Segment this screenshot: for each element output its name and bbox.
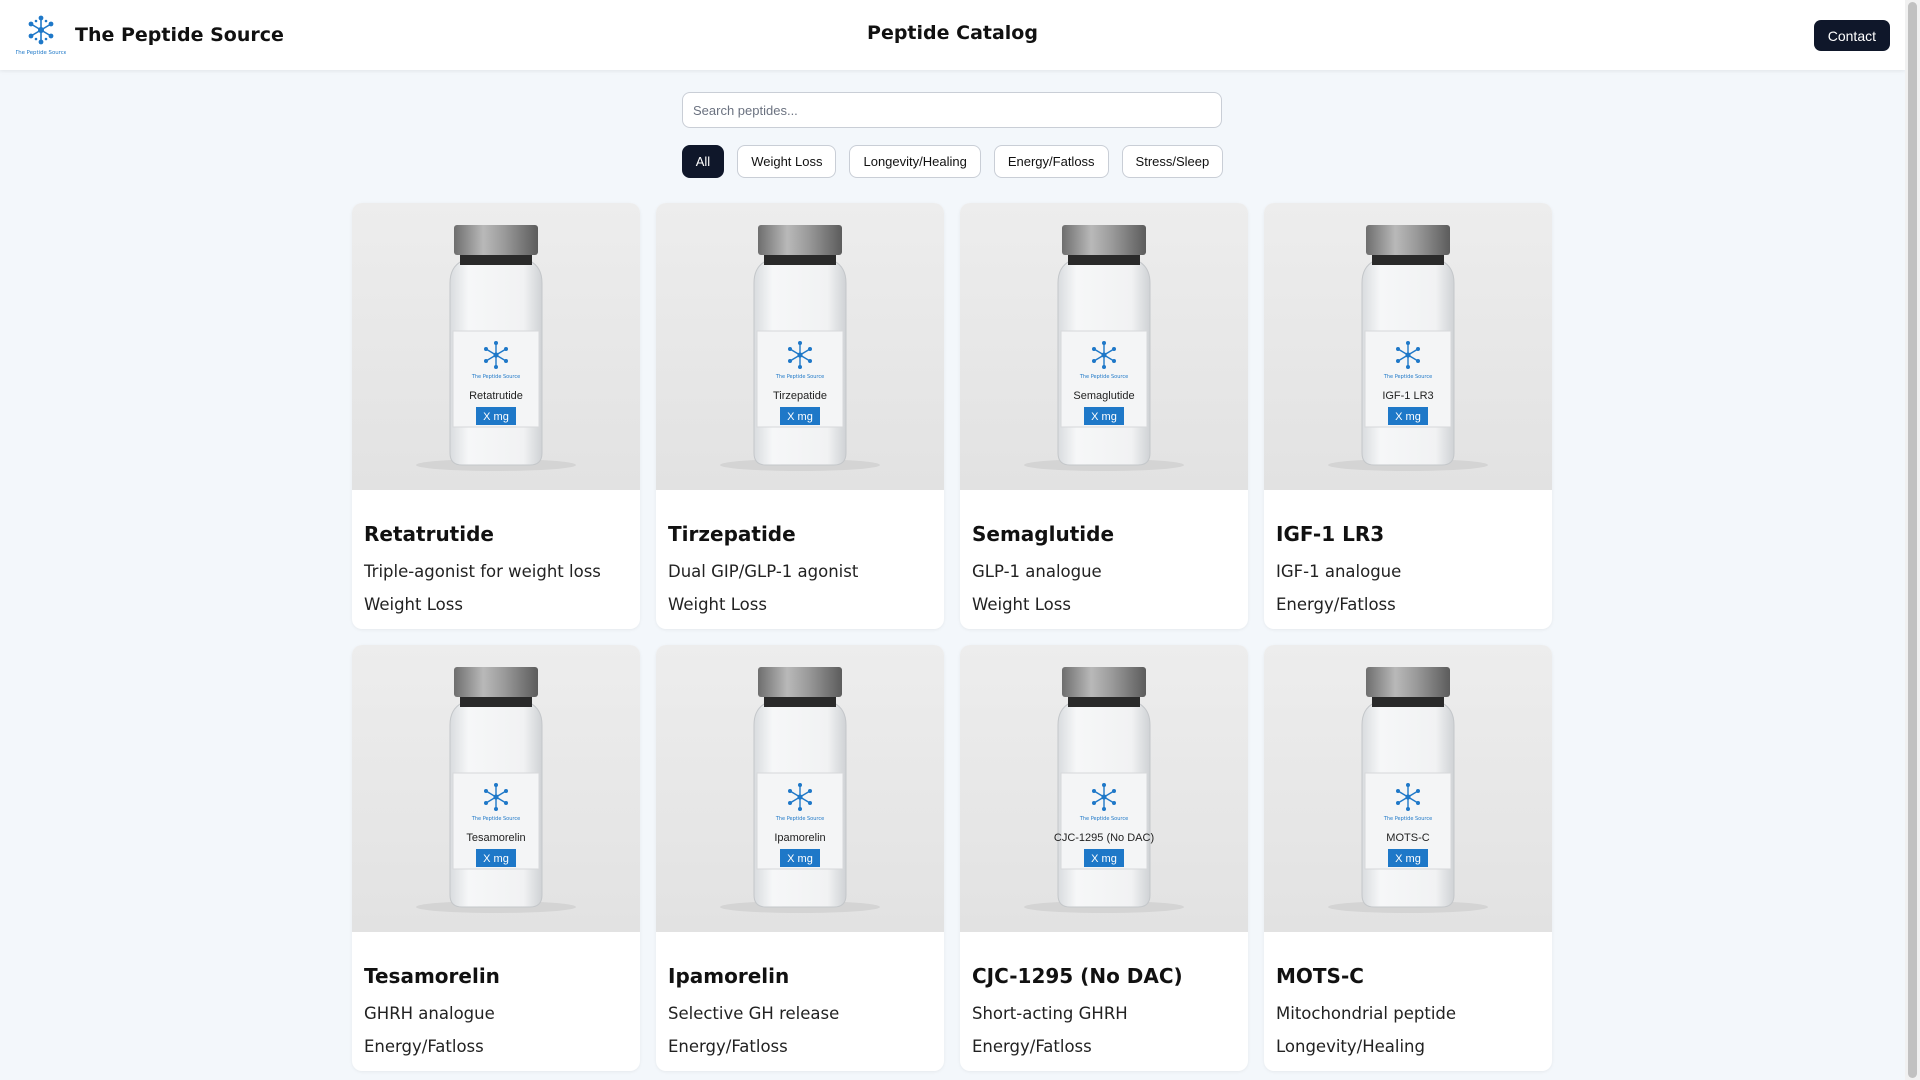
filter-energy-fatloss[interactable]: Energy/Fatloss (993, 145, 1109, 178)
vial-brand-caption: The Peptide Source (471, 374, 520, 380)
vial-brand-caption: The Peptide Source (1383, 816, 1432, 822)
product-card-body: CJC-1295 (No DAC) Short-acting GHRH Ener… (960, 932, 1248, 1056)
vial-brand-caption: The Peptide Source (1079, 374, 1128, 380)
product-name[interactable]: MOTS-C (1276, 964, 1540, 988)
product-name[interactable]: Semaglutide (972, 522, 1236, 546)
product-name[interactable]: Ipamorelin (668, 964, 932, 988)
product-description: Triple-agonist for weight loss (364, 562, 601, 581)
product-card-body: IGF-1 LR3 IGF-1 analogue Energy/Fatloss (1264, 490, 1552, 614)
scrollbar[interactable] (1905, 0, 1920, 1080)
product-name[interactable]: Tirzepatide (668, 522, 932, 546)
product-vial-image[interactable]: The Peptide Source Tirzepatide X mg (656, 203, 944, 490)
vial-brand-caption: The Peptide Source (775, 374, 824, 380)
vial-label: Tesamorelin (466, 832, 525, 844)
product-vial-image[interactable]: The Peptide Source Semaglutide X mg (960, 203, 1248, 490)
search-input[interactable] (682, 92, 1222, 128)
product-card-body: Tesamorelin GHRH analogue Energy/Fatloss (352, 932, 640, 1056)
product-description: Dual GIP/GLP-1 agonist (668, 562, 859, 581)
product-vial-image[interactable]: The Peptide Source Tesamorelin X mg (352, 645, 640, 932)
product-card[interactable]: The Peptide Source IGF-1 LR3 X mg IGF-1 … (1264, 203, 1552, 629)
vial-label: Retatrutide (469, 390, 523, 402)
product-card[interactable]: The Peptide Source Tirzepatide X mg Tirz… (656, 203, 944, 629)
vial-label: CJC-1295 (No DAC) (1054, 832, 1154, 844)
product-category: Energy/Fatloss (364, 1037, 484, 1056)
vial-label: IGF-1 LR3 (1382, 390, 1433, 402)
vial-dose-label: X mg (483, 853, 509, 865)
product-card[interactable]: The Peptide Source Tesamorelin X mg Tesa… (352, 645, 640, 1071)
vial-brand-caption: The Peptide Source (471, 816, 520, 822)
product-grid: The Peptide Source Retatrutide X mg Reta… (352, 203, 1554, 1071)
vial-dose-label: X mg (1395, 853, 1421, 865)
product-name[interactable]: Retatrutide (364, 522, 628, 546)
vial-brand-caption: The Peptide Source (775, 816, 824, 822)
product-category: Energy/Fatloss (972, 1037, 1092, 1056)
product-description: IGF-1 analogue (1276, 562, 1402, 581)
product-category: Weight Loss (364, 595, 463, 614)
product-card-body: Ipamorelin Selective GH release Energy/F… (656, 932, 944, 1056)
product-card[interactable]: The Peptide Source MOTS-C X mg MOTS-C Mi… (1264, 645, 1552, 1071)
contact-button[interactable]: Contact (1813, 20, 1890, 51)
vial-label: Tirzepatide (773, 390, 827, 402)
vial-dose-label: X mg (1091, 411, 1117, 423)
vial-brand-caption: The Peptide Source (1383, 374, 1432, 380)
product-card[interactable]: The Peptide Source CJC-1295 (No DAC) X m… (960, 645, 1248, 1071)
product-card-body: Tirzepatide Dual GIP/GLP-1 agonist Weigh… (656, 490, 944, 614)
product-card-body: MOTS-C Mitochondrial peptide Longevity/H… (1264, 932, 1552, 1056)
product-description: Selective GH release (668, 1004, 840, 1023)
product-card[interactable]: The Peptide Source Retatrutide X mg Reta… (352, 203, 640, 629)
vial-label: Ipamorelin (774, 832, 825, 844)
product-card-body: Semaglutide GLP-1 analogue Weight Loss (960, 490, 1248, 614)
product-description: Short-acting GHRH (972, 1004, 1128, 1023)
vial-label: Semaglutide (1073, 390, 1134, 402)
product-description: GHRH analogue (364, 1004, 495, 1023)
vial-brand-caption: The Peptide Source (1079, 816, 1128, 822)
product-category: Weight Loss (972, 595, 1071, 614)
category-filters: All Weight Loss Longevity/Healing Energy/Fa… (0, 145, 1905, 178)
filter-stress-sleep[interactable]: Stress/Sleep (1121, 145, 1224, 178)
product-vial-image[interactable]: The Peptide Source IGF-1 LR3 X mg (1264, 203, 1552, 490)
product-name[interactable]: Tesamorelin (364, 964, 628, 988)
product-card-body: Retatrutide Triple-agonist for weight lo… (352, 490, 640, 614)
vial-label: MOTS-C (1386, 832, 1429, 844)
scrollbar-thumb[interactable] (1908, 2, 1917, 1078)
product-vial-image[interactable]: The Peptide Source Retatrutide X mg (352, 203, 640, 490)
product-card[interactable]: The Peptide Source Ipamorelin X mg Ipamo… (656, 645, 944, 1071)
top-bar: The Peptide Source The Peptide Source Pe… (0, 0, 1905, 70)
product-card[interactable]: The Peptide Source Semaglutide X mg Sema… (960, 203, 1248, 629)
product-name[interactable]: IGF-1 LR3 (1276, 522, 1540, 546)
product-vial-image[interactable]: The Peptide Source MOTS-C X mg (1264, 645, 1552, 932)
filter-all[interactable]: All (681, 145, 725, 178)
page-title: Peptide Catalog (867, 22, 1038, 44)
vial-dose-label: X mg (1395, 411, 1421, 423)
product-category: Energy/Fatloss (668, 1037, 788, 1056)
product-category: Energy/Fatloss (1276, 595, 1396, 614)
product-vial-image[interactable]: The Peptide Source CJC-1295 (No DAC) X m… (960, 645, 1248, 932)
product-name[interactable]: CJC-1295 (No DAC) (972, 964, 1236, 988)
product-category: Longevity/Healing (1276, 1037, 1425, 1056)
vial-dose-label: X mg (787, 411, 813, 423)
filter-longevity-healing[interactable]: Longevity/Healing (849, 145, 981, 178)
product-description: Mitochondrial peptide (1276, 1004, 1457, 1023)
vial-dose-label: X mg (1091, 853, 1117, 865)
product-vial-image[interactable]: The Peptide Source Ipamorelin X mg (656, 645, 944, 932)
filter-weight-loss[interactable]: Weight Loss (737, 145, 837, 178)
logo-caption: The Peptide Source (16, 50, 66, 56)
vial-dose-label: X mg (787, 853, 813, 865)
product-category: Weight Loss (668, 595, 767, 614)
product-description: GLP-1 analogue (972, 562, 1102, 581)
vial-dose-label: X mg (483, 411, 509, 423)
